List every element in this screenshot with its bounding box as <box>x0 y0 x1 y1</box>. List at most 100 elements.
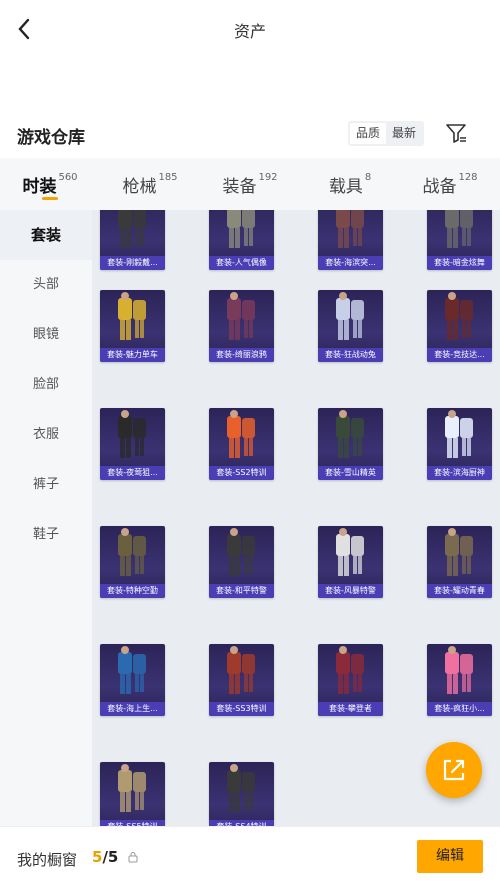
outfit-card[interactable]: 套装-疯狂小... <box>427 644 492 716</box>
outfit-image <box>118 646 146 694</box>
filter-icon[interactable] <box>444 121 468 145</box>
outfit-image <box>118 764 146 812</box>
outfit-label: 套装-攀登者 <box>318 702 383 716</box>
outfit-image <box>118 292 146 340</box>
sort-newest-option[interactable]: 最新 <box>386 123 422 144</box>
tab-count: 560 <box>58 172 78 183</box>
tab-3[interactable]: 载具 8 <box>300 158 400 210</box>
sort-toggle: 品质 最新 <box>348 121 425 146</box>
outfit-card[interactable]: 套装-竞技达... <box>427 290 492 362</box>
outfit-card[interactable]: 套装-暗金炫舞 <box>427 210 492 270</box>
outfit-image <box>336 410 364 458</box>
item-grid: 套装-刚毅戴... 套装-人气偶像 套装-海滨突... 套装-暗金炫舞 套装-魅力单车套… <box>92 210 500 826</box>
outfit-card[interactable]: 套装-SS4特训 <box>209 762 274 826</box>
outfit-card[interactable]: 套装-刚毅戴... <box>100 210 165 270</box>
outfit-label: 套装-和平特警 <box>209 584 274 598</box>
outfit-card[interactable]: 套装-耀动青春 <box>427 526 492 598</box>
outfit-image <box>227 528 255 576</box>
outfit-card[interactable]: 套装-狂战动兔 <box>318 290 383 362</box>
sidebar-item-1[interactable]: 头部 <box>0 260 92 310</box>
outfit-label: 套装-特种空勤 <box>100 584 165 598</box>
tab-label: 枪械 <box>122 177 157 197</box>
showcase-count-current: 5 <box>92 848 103 866</box>
sidebar-item-0[interactable]: 套装 <box>0 210 92 260</box>
outfit-card[interactable]: 套装-和平特警 <box>209 526 274 598</box>
share-fab-icon[interactable] <box>426 742 482 798</box>
outfit-card[interactable]: 套装-人气偶像 <box>209 210 274 270</box>
outfit-label: 套装-暗金炫舞 <box>427 256 492 270</box>
outfit-label: 套装-狂战动兔 <box>318 348 383 362</box>
outfit-label: 套装-疯狂小... <box>427 702 492 716</box>
outfit-card[interactable]: 套装-滨海厨神 <box>427 408 492 480</box>
outfit-image <box>227 764 255 812</box>
outfit-image <box>445 292 473 340</box>
outfit-image <box>227 210 255 248</box>
tab-label: 载具 <box>328 177 363 197</box>
outfit-label: 套装-竞技达... <box>427 348 492 362</box>
sidebar-item-3[interactable]: 脸部 <box>0 360 92 410</box>
outfit-label: 套装-绮丽浪鸦 <box>209 348 274 362</box>
sidebar-item-4[interactable]: 衣服 <box>0 410 92 460</box>
tab-label: 战备 <box>422 177 457 197</box>
tab-0[interactable]: 时装 560 <box>0 158 100 210</box>
outfit-label: 套装-耀动青春 <box>427 584 492 598</box>
sidebar-item-5[interactable]: 裤子 <box>0 460 92 510</box>
outfit-image <box>445 410 473 458</box>
app-screen: 资产 游戏仓库 品质 最新 时装 560 枪械 185 装备 192 载具 8 战备 128 套装… <box>0 0 500 885</box>
showcase-count-total: 5 <box>107 848 119 866</box>
outfit-image <box>336 646 364 694</box>
page-title: 资产 <box>233 22 266 41</box>
sidebar: 套装 头部 眼镜 脸部 衣服 裤子 鞋子 <box>0 210 92 826</box>
outfit-label: 套装-SS3特训 <box>209 702 274 716</box>
sidebar-item-6[interactable]: 鞋子 <box>0 510 92 560</box>
outfit-image <box>118 528 146 576</box>
outfit-image <box>227 410 255 458</box>
lock-icon <box>128 852 138 863</box>
tab-count: 185 <box>158 172 178 183</box>
outfit-image <box>445 646 473 694</box>
edit-button[interactable]: 编辑 <box>417 840 483 873</box>
tab-count: 8 <box>364 172 372 183</box>
tab-underline <box>42 197 58 200</box>
tab-label: 装备 <box>222 177 257 197</box>
outfit-image <box>118 410 146 458</box>
outfit-card[interactable]: 套装-雪山精英 <box>318 408 383 480</box>
outfit-card[interactable]: 套装-SS3特训 <box>209 644 274 716</box>
outfit-card[interactable]: 套装-海滨突... <box>318 210 383 270</box>
outfit-card[interactable]: 套装-特种空勤 <box>100 526 165 598</box>
outfit-card[interactable]: 套装-魅力单车 <box>100 290 165 362</box>
outfit-card[interactable]: 套装-SS2特训 <box>209 408 274 480</box>
tab-count: 128 <box>458 172 478 183</box>
outfit-card[interactable]: 套装-夜莺狙... <box>100 408 165 480</box>
sidebar-item-2[interactable]: 眼镜 <box>0 310 92 360</box>
tab-1[interactable]: 枪械 185 <box>100 158 200 210</box>
outfit-image <box>227 646 255 694</box>
showcase-bar: 我的橱窗 5/5 编辑 <box>0 826 500 885</box>
outfit-label: 套装-海滨突... <box>318 256 383 270</box>
outfit-image <box>445 528 473 576</box>
outfit-card[interactable]: 套装-风暴特警 <box>318 526 383 598</box>
outfit-label: 套装-魅力单车 <box>100 348 165 362</box>
showcase-label: 我的橱窗 <box>17 851 78 869</box>
outfit-card[interactable]: 套装-海上生... <box>100 644 165 716</box>
outfit-image <box>118 210 146 248</box>
outfit-label: 套装-海上生... <box>100 702 165 716</box>
top-bar: 资产 <box>0 0 500 58</box>
outfit-image <box>336 528 364 576</box>
outfit-image <box>336 292 364 340</box>
outfit-card[interactable]: 套装-绮丽浪鸦 <box>209 290 274 362</box>
outfit-label: 套装-夜莺狙... <box>100 466 165 480</box>
outfit-label: 套装-SS2特训 <box>209 466 274 480</box>
showcase-count: 5/5 <box>92 848 118 866</box>
tab-4[interactable]: 战备 128 <box>400 158 500 210</box>
outfit-card[interactable]: 套装-SS5特训 <box>100 762 165 826</box>
category-tabs: 时装 560 枪械 185 装备 192 载具 8 战备 128 <box>0 158 500 210</box>
sort-quality-option[interactable]: 品质 <box>350 123 387 144</box>
outfit-image <box>445 210 473 248</box>
outfit-label: 套装-刚毅戴... <box>100 256 165 270</box>
outfit-label: 套装-风暴特警 <box>318 584 383 598</box>
outfit-image <box>336 210 364 248</box>
tab-2[interactable]: 装备 192 <box>200 158 300 210</box>
tab-count: 192 <box>258 172 278 183</box>
outfit-card[interactable]: 套装-攀登者 <box>318 644 383 716</box>
